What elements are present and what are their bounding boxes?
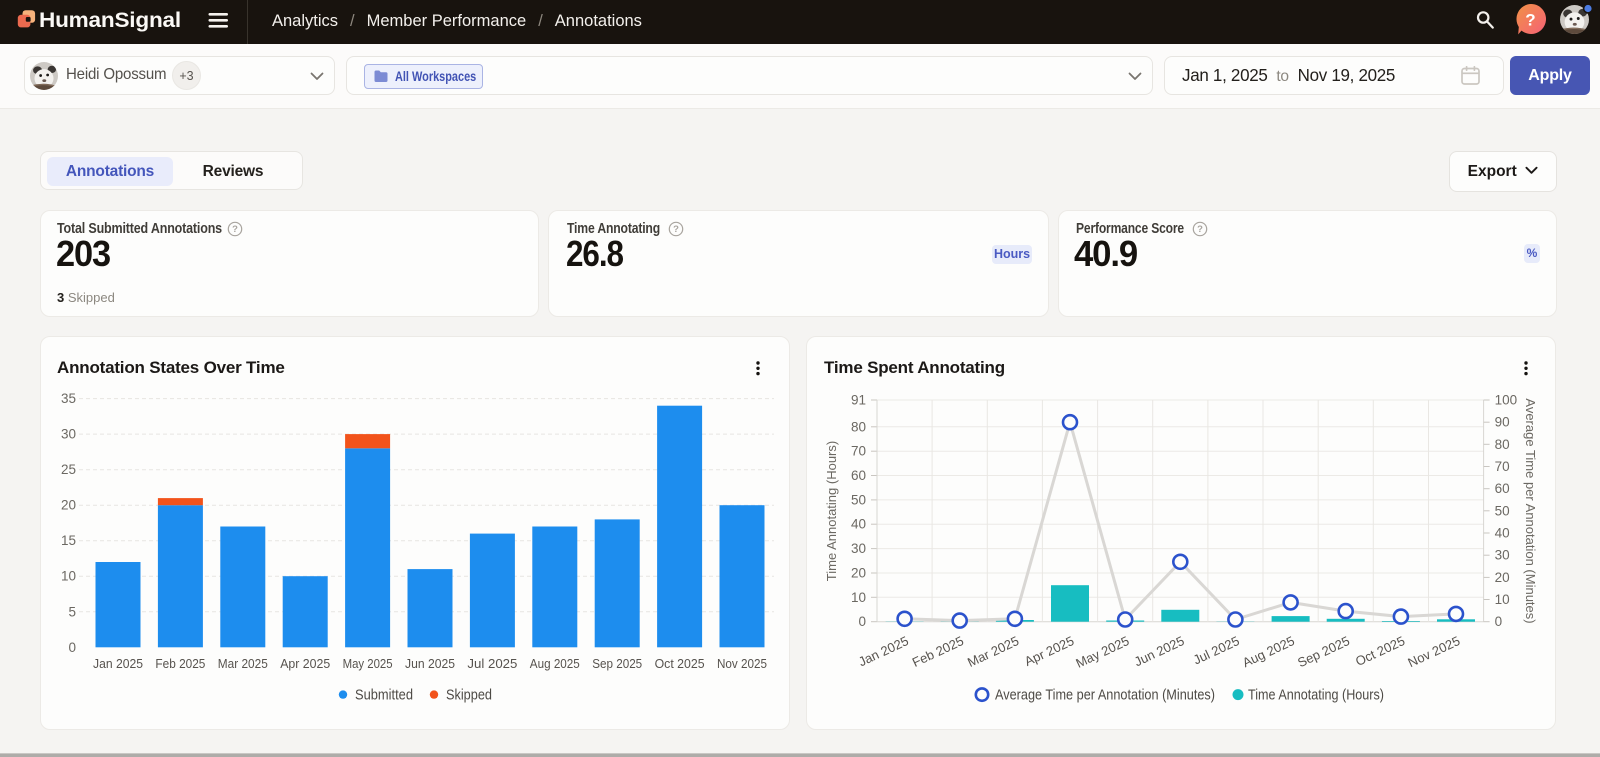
svg-text:Time Annotating (Hours): Time Annotating (Hours) — [1248, 688, 1384, 704]
svg-text:Jun 2025: Jun 2025 — [405, 657, 455, 671]
svg-text:May 2025: May 2025 — [343, 657, 393, 671]
svg-text:20: 20 — [61, 498, 76, 513]
svg-text:Mar 2025: Mar 2025 — [218, 657, 268, 671]
svg-text:50: 50 — [1495, 503, 1510, 518]
svg-text:Apr 2025: Apr 2025 — [280, 657, 330, 671]
svg-text:May 2025: May 2025 — [1073, 633, 1131, 671]
svg-text:Average Time per Annotation (M: Average Time per Annotation (Minutes) — [1523, 398, 1538, 623]
svg-text:Jun 2025: Jun 2025 — [1132, 633, 1187, 669]
svg-text:Oct 2025: Oct 2025 — [655, 657, 705, 671]
svg-text:Aug 2025: Aug 2025 — [530, 657, 580, 671]
svg-text:Jan 2025: Jan 2025 — [856, 633, 911, 669]
svg-text:80: 80 — [851, 419, 866, 434]
svg-text:91: 91 — [851, 393, 866, 408]
svg-text:?: ? — [232, 224, 238, 235]
svg-text:?: ? — [673, 224, 679, 235]
svg-text:Apr 2025: Apr 2025 — [1022, 633, 1076, 669]
svg-text:Nov 2025: Nov 2025 — [717, 657, 767, 671]
svg-text:90: 90 — [1495, 415, 1510, 430]
svg-text:40: 40 — [851, 517, 866, 532]
svg-text:10: 10 — [851, 590, 866, 605]
svg-text:Average Time per Annotation (M: Average Time per Annotation (Minutes) — [995, 688, 1215, 704]
svg-text:Time Annotating (Hours): Time Annotating (Hours) — [824, 441, 839, 581]
svg-text:Submitted: Submitted — [355, 688, 413, 704]
svg-text:Oct 2025: Oct 2025 — [1353, 633, 1407, 669]
svg-text:80: 80 — [1495, 437, 1510, 452]
svg-text:5: 5 — [68, 604, 76, 619]
svg-text:Aug 2025: Aug 2025 — [1240, 633, 1297, 670]
svg-text:Jan 2025: Jan 2025 — [93, 657, 143, 671]
svg-text:35: 35 — [61, 391, 76, 406]
svg-text:0: 0 — [1495, 614, 1503, 629]
svg-text:0: 0 — [68, 640, 76, 655]
svg-text:Sep 2025: Sep 2025 — [592, 657, 642, 671]
svg-text:0: 0 — [858, 614, 866, 629]
svg-text:?: ? — [1525, 11, 1535, 30]
svg-text:Feb 2025: Feb 2025 — [910, 633, 966, 670]
svg-text:60: 60 — [1495, 481, 1510, 496]
svg-text:30: 30 — [1495, 548, 1510, 563]
svg-text:Jul 2025: Jul 2025 — [1191, 633, 1242, 667]
svg-text:50: 50 — [851, 492, 866, 507]
svg-text:60: 60 — [851, 468, 866, 483]
svg-text:?: ? — [1197, 224, 1203, 235]
svg-text:Nov 2025: Nov 2025 — [1405, 633, 1462, 670]
svg-text:10: 10 — [61, 569, 76, 584]
svg-text:15: 15 — [61, 533, 76, 548]
svg-text:25: 25 — [61, 462, 76, 477]
svg-text:Sep 2025: Sep 2025 — [1295, 633, 1352, 670]
svg-text:30: 30 — [61, 427, 76, 442]
svg-text:Jul 2025: Jul 2025 — [467, 657, 517, 671]
svg-text:Skipped: Skipped — [446, 688, 492, 704]
svg-text:20: 20 — [1495, 570, 1510, 585]
svg-text:Mar 2025: Mar 2025 — [965, 633, 1021, 670]
svg-text:Feb 2025: Feb 2025 — [155, 657, 205, 671]
svg-text:20: 20 — [851, 566, 866, 581]
svg-text:40: 40 — [1495, 526, 1510, 541]
svg-text:30: 30 — [851, 541, 866, 556]
svg-text:70: 70 — [851, 444, 866, 459]
svg-text:10: 10 — [1495, 592, 1510, 607]
svg-text:100: 100 — [1495, 393, 1518, 408]
svg-text:70: 70 — [1495, 459, 1510, 474]
